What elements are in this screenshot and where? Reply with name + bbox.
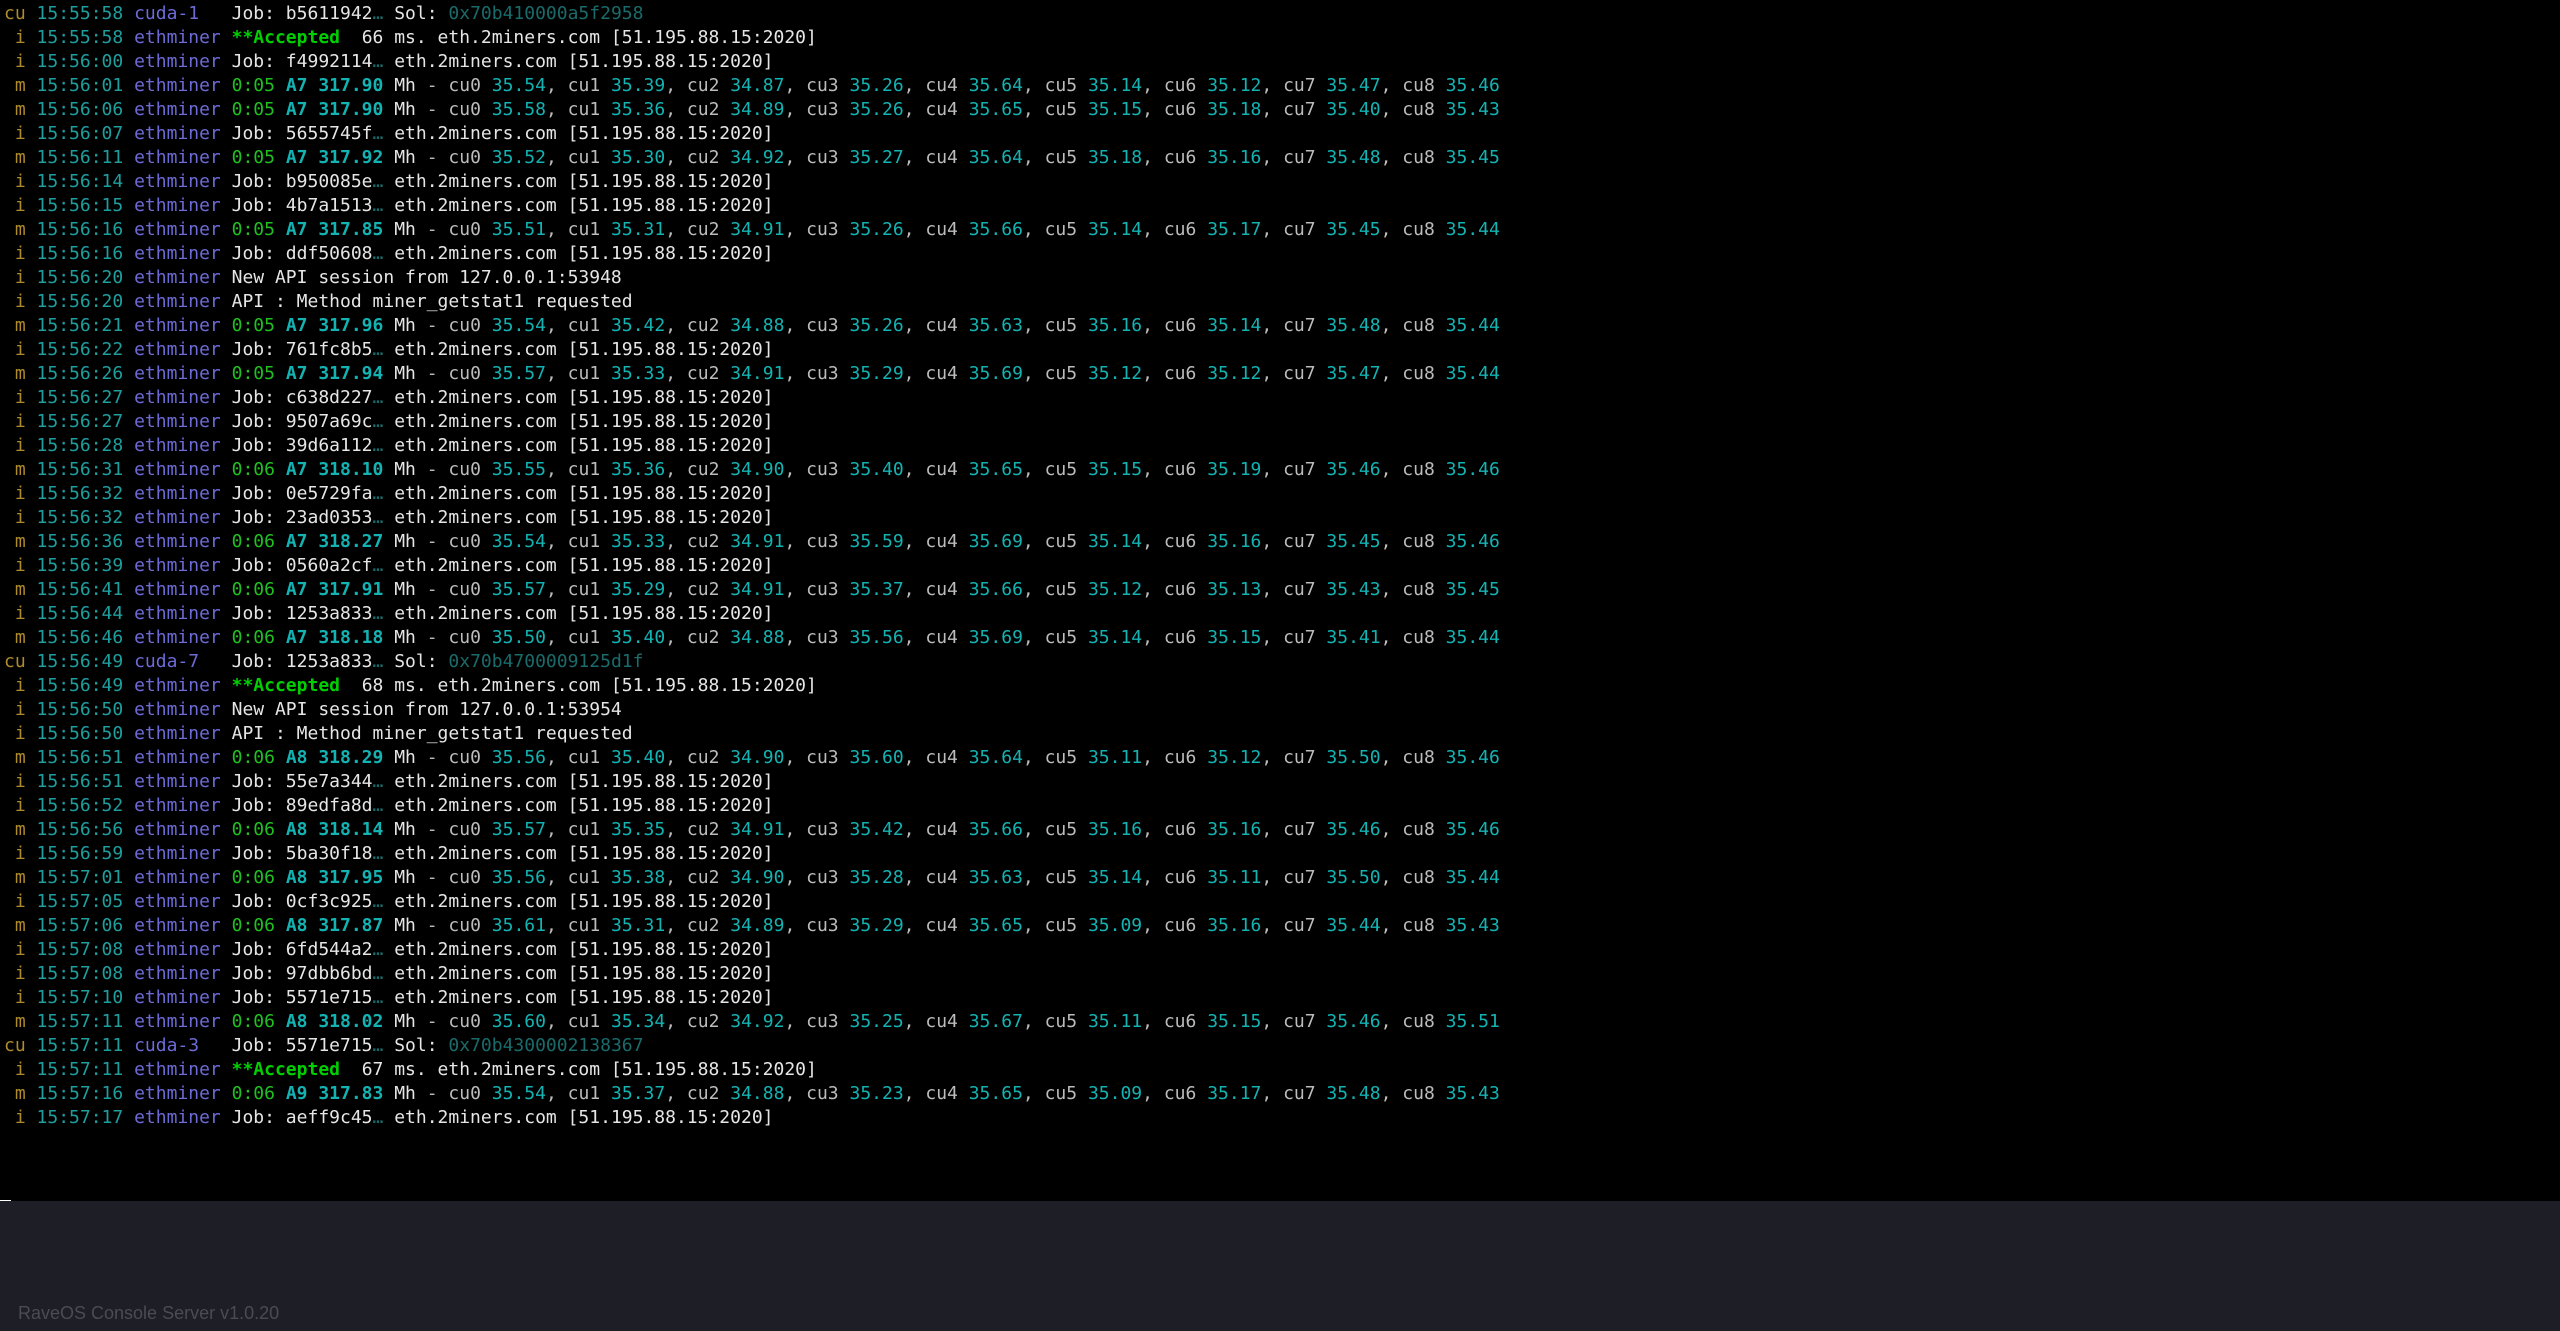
log-line: i 15:56:16 ethminer Job: ddf50608… eth.2… <box>4 242 2556 266</box>
log-line: i 15:56:20 ethminer New API session from… <box>4 266 2556 290</box>
log-line: m 15:56:56 ethminer 0:06 A8 318.14 Mh - … <box>4 818 2556 842</box>
log-line: m 15:57:11 ethminer 0:06 A8 318.02 Mh - … <box>4 1010 2556 1034</box>
log-line: i 15:56:44 ethminer Job: 1253a833… eth.2… <box>4 602 2556 626</box>
log-line: i 15:56:52 ethminer Job: 89edfa8d… eth.2… <box>4 794 2556 818</box>
footer-bar: RaveOS Console Server v1.0.20 <box>0 1201 2560 1331</box>
log-line: i 15:56:20 ethminer API : Method miner_g… <box>4 290 2556 314</box>
log-line: m 15:56:26 ethminer 0:05 A7 317.94 Mh - … <box>4 362 2556 386</box>
log-line: i 15:57:08 ethminer Job: 97dbb6bd… eth.2… <box>4 962 2556 986</box>
log-line: i 15:55:58 ethminer **Accepted 66 ms. et… <box>4 26 2556 50</box>
log-line: i 15:56:59 ethminer Job: 5ba30f18… eth.2… <box>4 842 2556 866</box>
log-line: i 15:56:50 ethminer New API session from… <box>4 698 2556 722</box>
log-line: m 15:57:06 ethminer 0:06 A8 317.87 Mh - … <box>4 914 2556 938</box>
log-line: i 15:57:17 ethminer Job: aeff9c45… eth.2… <box>4 1106 2556 1130</box>
log-line: i 15:56:14 ethminer Job: b950085e… eth.2… <box>4 170 2556 194</box>
log-line: cu 15:56:49 cuda-7 Job: 1253a833… Sol: 0… <box>4 650 2556 674</box>
log-line: i 15:56:28 ethminer Job: 39d6a112… eth.2… <box>4 434 2556 458</box>
log-line: i 15:56:32 ethminer Job: 0e5729fa… eth.2… <box>4 482 2556 506</box>
log-line: cu 15:57:11 cuda-3 Job: 5571e715… Sol: 0… <box>4 1034 2556 1058</box>
log-line: i 15:56:22 ethminer Job: 761fc8b5… eth.2… <box>4 338 2556 362</box>
log-line: m 15:56:41 ethminer 0:06 A7 317.91 Mh - … <box>4 578 2556 602</box>
log-line: cu 15:55:58 cuda-1 Job: b5611942… Sol: 0… <box>4 2 2556 26</box>
log-line: m 15:56:36 ethminer 0:06 A7 318.27 Mh - … <box>4 530 2556 554</box>
log-line: m 15:57:01 ethminer 0:06 A8 317.95 Mh - … <box>4 866 2556 890</box>
log-line: i 15:57:10 ethminer Job: 5571e715… eth.2… <box>4 986 2556 1010</box>
log-line: i 15:56:32 ethminer Job: 23ad0353… eth.2… <box>4 506 2556 530</box>
log-line: m 15:56:01 ethminer 0:05 A7 317.90 Mh - … <box>4 74 2556 98</box>
log-line: i 15:56:07 ethminer Job: 5655745f… eth.2… <box>4 122 2556 146</box>
log-line: i 15:56:15 ethminer Job: 4b7a1513… eth.2… <box>4 194 2556 218</box>
log-line: m 15:56:51 ethminer 0:06 A8 318.29 Mh - … <box>4 746 2556 770</box>
log-line: i 15:56:39 ethminer Job: 0560a2cf… eth.2… <box>4 554 2556 578</box>
log-line: m 15:56:11 ethminer 0:05 A7 317.92 Mh - … <box>4 146 2556 170</box>
log-line: i 15:56:27 ethminer Job: c638d227… eth.2… <box>4 386 2556 410</box>
log-line: i 15:57:05 ethminer Job: 0cf3c925… eth.2… <box>4 890 2556 914</box>
log-line: m 15:56:46 ethminer 0:06 A7 318.18 Mh - … <box>4 626 2556 650</box>
log-line: i 15:57:08 ethminer Job: 6fd544a2… eth.2… <box>4 938 2556 962</box>
log-line: i 15:56:49 ethminer **Accepted 68 ms. et… <box>4 674 2556 698</box>
log-line: i 15:57:11 ethminer **Accepted 67 ms. et… <box>4 1058 2556 1082</box>
miner-log-terminal[interactable]: cu 15:55:58 cuda-1 Job: b5611942… Sol: 0… <box>0 0 2560 1200</box>
log-line: i 15:56:50 ethminer API : Method miner_g… <box>4 722 2556 746</box>
log-line: m 15:56:16 ethminer 0:05 A7 317.85 Mh - … <box>4 218 2556 242</box>
log-line: m 15:56:06 ethminer 0:05 A7 317.90 Mh - … <box>4 98 2556 122</box>
log-line: i 15:56:27 ethminer Job: 9507a69c… eth.2… <box>4 410 2556 434</box>
log-line: m 15:56:31 ethminer 0:06 A7 318.10 Mh - … <box>4 458 2556 482</box>
log-line: i 15:56:00 ethminer Job: f4992114… eth.2… <box>4 50 2556 74</box>
log-line: m 15:56:21 ethminer 0:05 A7 317.96 Mh - … <box>4 314 2556 338</box>
log-line: i 15:56:51 ethminer Job: 55e7a344… eth.2… <box>4 770 2556 794</box>
log-line: m 15:57:16 ethminer 0:06 A9 317.83 Mh - … <box>4 1082 2556 1106</box>
footer-text: RaveOS Console Server v1.0.20 <box>18 1303 279 1323</box>
